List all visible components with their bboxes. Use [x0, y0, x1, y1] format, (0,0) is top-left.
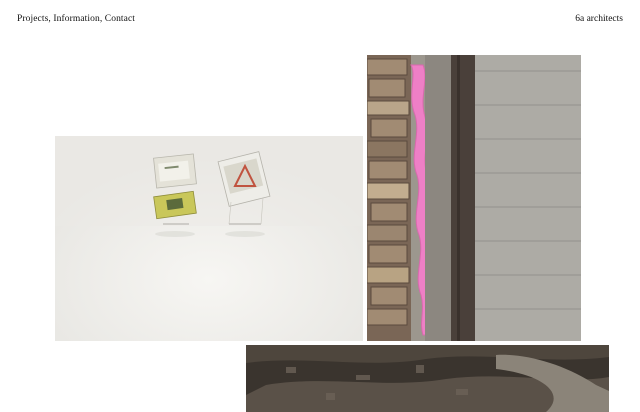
boxes-photo — [55, 136, 363, 341]
left-box-top — [153, 153, 197, 189]
nav-link-information[interactable]: Information — [53, 14, 99, 24]
nav-link-projects[interactable]: Projects — [17, 14, 48, 24]
project-image-excavation[interactable] — [246, 345, 609, 412]
site-header: Projects, Information, Contact 6a archit… — [0, 0, 640, 40]
site-brand-link[interactable]: 6a architects — [575, 14, 623, 24]
nav-link-contact[interactable]: Contact — [105, 14, 135, 24]
project-image-foam-wall[interactable] — [367, 55, 581, 341]
excavation-photo — [246, 345, 609, 412]
project-image-boxes[interactable] — [55, 136, 363, 341]
main-nav: Projects, Information, Contact — [17, 14, 135, 24]
foam-wall-photo — [367, 55, 581, 341]
